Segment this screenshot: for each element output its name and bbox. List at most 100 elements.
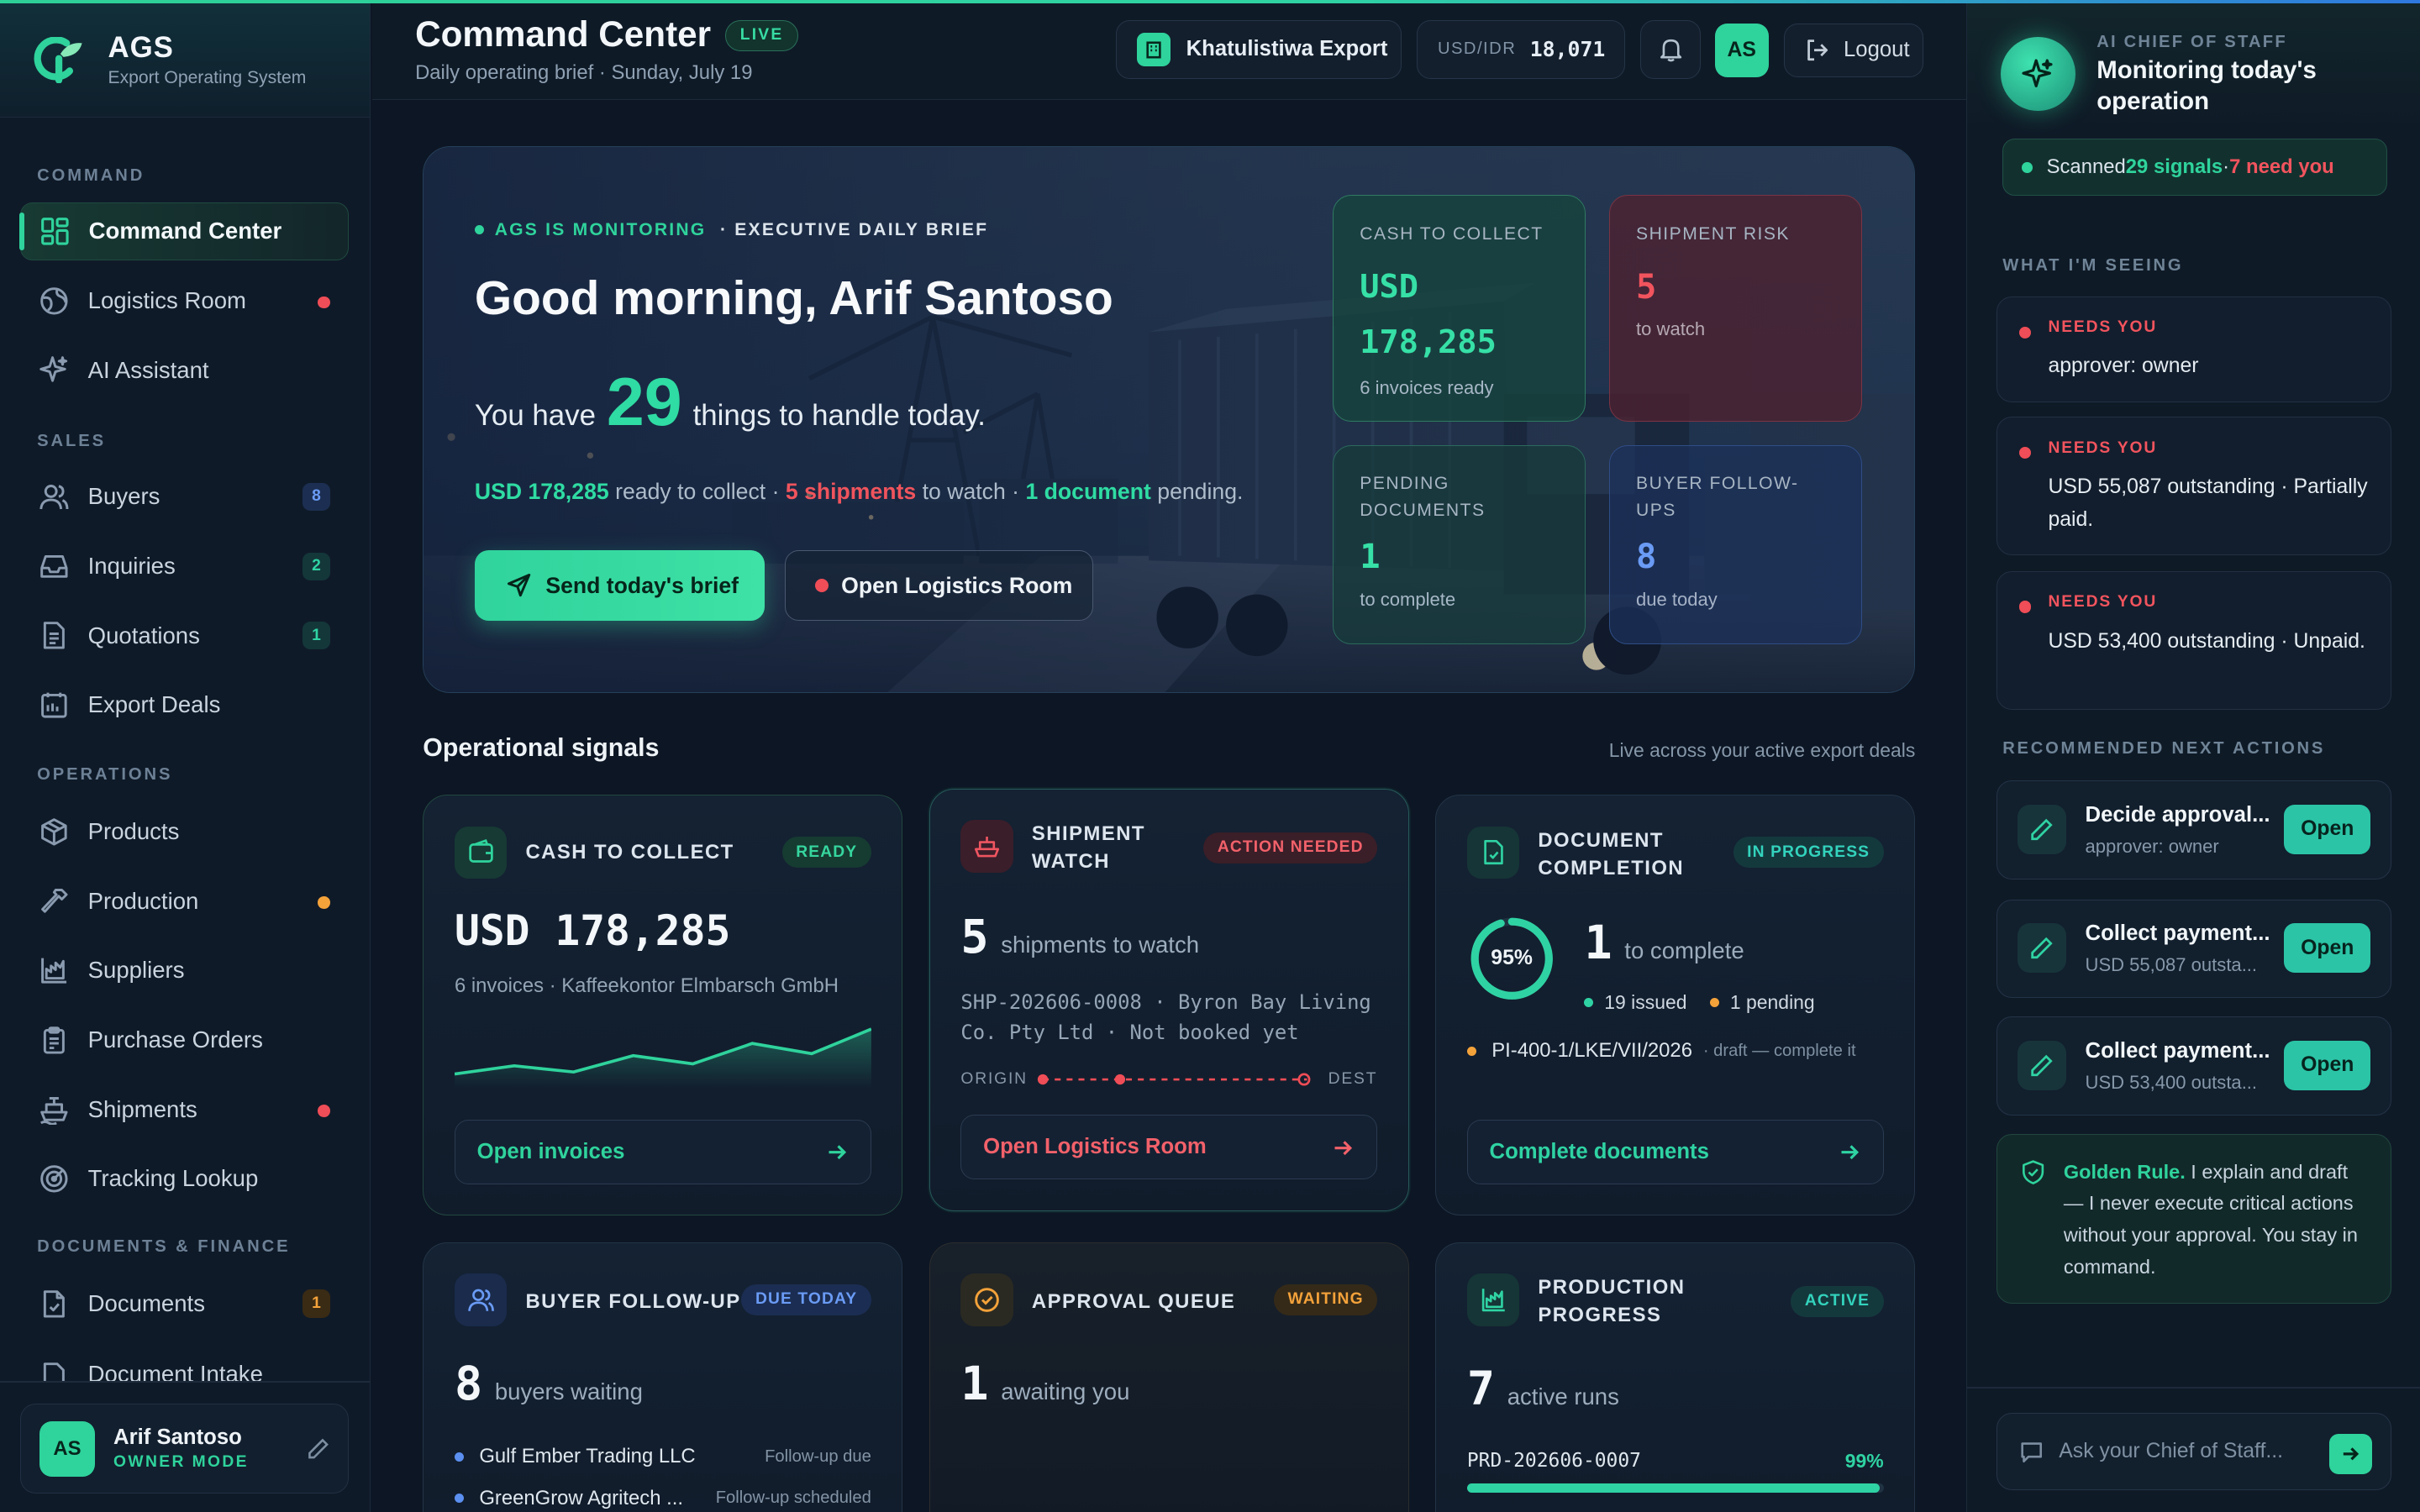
count-badge: 1 (302, 1289, 331, 1318)
hero-brief: AGS IS MONITORING · EXECUTIVE DAILY BRIE… (423, 146, 1916, 693)
open-action-button[interactable]: Open (2284, 923, 2371, 974)
run-id: PRD-202606-0007 (1466, 1449, 1641, 1472)
sidebar-item-document-intake[interactable]: Document Intake (20, 1344, 349, 1381)
list-item[interactable]: Gulf Ember Trading LLC Follow-up due (454, 1445, 871, 1468)
action-item[interactable]: Decide approval... approver: owner Open (1996, 780, 2392, 879)
stat-pending-documents[interactable]: PENDING DOCUMENTS 1 to complete (1333, 444, 1586, 644)
pending-dot (1466, 1046, 1476, 1056)
stat-buyer-follow-ups[interactable]: BUYER FOLLOW-UPS 8 due today (1608, 444, 1863, 644)
scan-text: · (2223, 155, 2230, 179)
wallet-icon (454, 826, 508, 879)
card-approval-queue: APPROVAL QUEUE WAITING 1 awaiting you (929, 1242, 1409, 1512)
app-subtitle: Export Operating System (108, 67, 307, 87)
pencil-icon (2017, 923, 2067, 974)
sidebar-item-buyers[interactable]: Buyers 8 (20, 468, 349, 527)
sidebar-item-quotations[interactable]: Quotations 1 (20, 606, 349, 665)
logout-button[interactable]: Logout (1784, 23, 1923, 77)
brand[interactable]: AGS Export Operating System (0, 3, 370, 118)
scan-need: 7 need you (2229, 155, 2334, 179)
sidebar-item-purchase-orders[interactable]: Purchase Orders (20, 1011, 349, 1069)
buyer-status: Follow-up scheduled (715, 1488, 871, 1508)
check-circle-icon (960, 1273, 1013, 1326)
open-invoices-button[interactable]: Open invoices (454, 1119, 871, 1184)
production-count-label: active runs (1507, 1383, 1619, 1410)
send-message-button[interactable] (2328, 1434, 2372, 1475)
arrow-right-icon (1841, 1145, 1859, 1160)
card-title: PRODUCTION PROGRESS (1538, 1276, 1686, 1327)
alert-dot (2018, 326, 2032, 339)
sidebar-item-shipments[interactable]: Shipments (20, 1080, 349, 1139)
needs-text: USD 55,087 outstanding · Partially paid. (2048, 475, 2368, 531)
send-brief-label: Send today's brief (545, 572, 739, 598)
count-badge: 2 (302, 552, 331, 580)
ask-input[interactable] (2059, 1440, 2322, 1464)
open-action-button[interactable]: Open (2284, 1040, 2371, 1090)
count-badge: 8 (302, 482, 331, 511)
hammer-icon (41, 889, 68, 913)
status-badge: IN PROGRESS (1733, 837, 1884, 869)
summary-text: pending. (1150, 479, 1244, 505)
monitoring-label: AGS IS MONITORING (494, 219, 707, 239)
sidebar-item-ai-assistant[interactable]: AI Assistant (20, 341, 349, 400)
stat-shipment-risk[interactable]: SHIPMENT RISK 5 to watch (1608, 195, 1863, 423)
route-dest: DEST (1328, 1069, 1378, 1088)
status-badge: DUE TODAY (741, 1284, 871, 1315)
open-action-button[interactable]: Open (2284, 804, 2371, 854)
sidebar-item-products[interactable]: Products (20, 802, 349, 861)
sidebar-item-production[interactable]: Production (20, 872, 349, 931)
action-title: Collect payment... (2085, 921, 2270, 946)
action-item[interactable]: Collect payment... USD 53,400 outsta... … (1996, 1016, 2392, 1116)
avatar[interactable]: AS (1714, 23, 1769, 77)
sidebar-item-logistics-room[interactable]: Logistics Room (20, 271, 349, 330)
sidebar-item-documents[interactable]: Documents 1 (20, 1274, 349, 1333)
cash-trend-chart (454, 1027, 871, 1089)
page-subtitle: Daily operating brief · Sunday, July 19 (415, 61, 753, 85)
user-name: Arif Santoso (113, 1425, 242, 1450)
needs-you-item[interactable]: NEEDS YOU USD 53,400 outstanding · Unpai… (1996, 570, 2392, 710)
sidebar-item-inquiries[interactable]: Inquiries 2 (20, 537, 349, 596)
brief-label: · EXECUTIVE DAILY BRIEF (719, 219, 989, 239)
list-item[interactable]: GreenGrow Agritech ... Follow-up schedul… (454, 1487, 871, 1510)
brief-summary: USD 178,285 ready to collect · 5 shipmen… (475, 479, 1244, 505)
sidebar-item-command-center[interactable]: Command Center (19, 202, 350, 261)
avatar: AS (39, 1420, 96, 1477)
pencil-icon (2017, 804, 2067, 854)
needs-you-item[interactable]: NEEDS YOU USD 55,087 outstanding · Parti… (1996, 416, 2392, 556)
golden-rule-text: Golden Rule. I explain and draft — I nev… (2064, 1157, 2372, 1284)
sidebar-item-suppliers[interactable]: Suppliers (20, 941, 349, 1000)
document-icon (43, 622, 65, 649)
company-selector[interactable]: Khatulistiwa Export (1115, 19, 1402, 79)
calendar-icon (41, 692, 67, 718)
complete-documents-button[interactable]: Complete documents (1466, 1119, 1884, 1184)
card-buyer-follow-up: BUYER FOLLOW-UP DUE TODAY 8 buyers waiti… (423, 1242, 903, 1512)
action-item[interactable]: Collect payment... USD 55,087 outsta... … (1996, 899, 2392, 999)
button-label: Open invoices (476, 1139, 625, 1163)
ask-input-box[interactable] (1996, 1413, 2392, 1491)
needs-you-item[interactable]: NEEDS YOU approver: owner (1996, 296, 2392, 403)
send-brief-button[interactable]: Send today's brief (474, 549, 765, 622)
buyer-count: 8 (454, 1357, 483, 1411)
sidebar-item-export-deals[interactable]: Export Deals (20, 675, 349, 734)
edit-icon[interactable] (307, 1437, 330, 1461)
notifications-button[interactable] (1640, 19, 1702, 79)
documents-count: 1 (1584, 916, 1612, 970)
tasks-prefix: You have (474, 398, 597, 432)
open-logistics-room-button[interactable]: Open Logistics Room (785, 549, 1094, 622)
status-dot (474, 225, 484, 235)
factory-chart-icon (41, 958, 66, 984)
stat-label: CASH TO COLLECT (1360, 223, 1544, 244)
section-title: Operational signals (423, 734, 660, 763)
stat-cash-to-collect[interactable]: CASH TO COLLECT USD 178,285 6 invoices r… (1333, 195, 1586, 423)
chief-of-staff-panel: AI CHIEF OF STAFF Monitoring today's ope… (1965, 3, 2420, 1512)
stat-sub: to complete (1360, 589, 1456, 611)
section-operations: OPERATIONS (37, 765, 173, 784)
user-profile[interactable]: AS Arif Santoso OWNER MODE (19, 1404, 350, 1494)
sidebar-item-label: Document Intake (87, 1360, 263, 1381)
globe-icon (40, 286, 68, 315)
open-logistics-room-card-button[interactable]: Open Logistics Room (960, 1115, 1378, 1180)
sidebar-item-tracking-lookup[interactable]: Tracking Lookup (20, 1149, 349, 1208)
shield-check-icon (2023, 1160, 2044, 1185)
buyer-status: Follow-up due (765, 1446, 871, 1466)
run-progress-fill (1466, 1483, 1880, 1494)
alert-dot (2018, 446, 2032, 459)
